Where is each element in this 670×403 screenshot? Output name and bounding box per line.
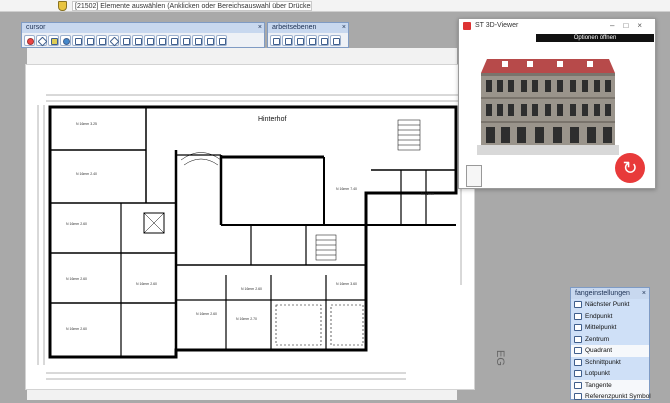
3d-viewer-window[interactable]: ST 3D-Viewer –□× Optionen öffnen ↻ <box>458 18 656 189</box>
svg-text:N 16mm 2.40: N 16mm 2.40 <box>76 172 97 176</box>
close-icon[interactable]: × <box>642 288 646 299</box>
layer-2-icon[interactable] <box>282 35 293 46</box>
intersection-icon <box>574 358 582 366</box>
snap-option-center[interactable]: Zentrum <box>571 333 649 345</box>
perpendicular-icon <box>574 370 582 377</box>
3d-viewer-title: ST 3D-Viewer <box>475 22 519 29</box>
3d-building-render[interactable] <box>477 55 619 175</box>
3d-viewer-titlebar[interactable]: ST 3D-Viewer –□× <box>459 19 655 33</box>
midpoint-icon <box>574 324 582 331</box>
snap-settings-title: fangeinstellungen <box>575 290 630 297</box>
snap-option-label: Zentrum <box>585 335 610 343</box>
nearest-point-icon <box>574 301 582 308</box>
pick-icon[interactable] <box>156 35 167 46</box>
cursor-toolbar-title: cursor <box>26 24 46 31</box>
measure-icon[interactable] <box>108 35 119 46</box>
pencil-icon[interactable] <box>96 35 107 46</box>
zoom-out-icon[interactable] <box>204 35 215 46</box>
arbeitsebenen-toolbar-title: arbeitsebenen <box>272 24 317 31</box>
layer-3-icon[interactable] <box>294 35 305 46</box>
snap-option-nearest-point[interactable]: Nächster Punkt <box>571 299 649 311</box>
room-label-hinterhof: Hinterhof <box>258 116 287 123</box>
svg-text:N 16mm 2.60: N 16mm 2.60 <box>66 222 87 226</box>
app-logo-icon <box>463 22 471 30</box>
svg-text:N 16mm 2.60: N 16mm 2.60 <box>66 327 87 331</box>
svg-text:N 16mm 2.60: N 16mm 2.60 <box>66 277 87 281</box>
arbeitsebenen-toolbar[interactable]: arbeitsebenen × <box>267 22 349 48</box>
svg-text:N 16mm 3.60: N 16mm 3.60 <box>336 282 357 286</box>
close-icon[interactable]: × <box>258 23 262 33</box>
snap-option-quadrant[interactable]: Quadrant <box>571 345 649 357</box>
refresh-icon[interactable]: ↻ <box>615 153 645 183</box>
arbeitsebenen-toolbar-icons <box>268 33 348 48</box>
floor-plan-drawing: N 16mm 3.25 N 16mm 2.40 N 16mm 2.60 N 16… <box>37 94 476 380</box>
snap-option-perpendicular[interactable]: Lotpunkt <box>571 368 649 380</box>
edit-icon[interactable] <box>48 35 59 46</box>
snap-option-label: Mittelpunkt <box>585 324 617 331</box>
svg-text:N 16mm 2.60: N 16mm 2.60 <box>241 287 262 291</box>
snap-option-tangent[interactable]: Tangente <box>571 380 649 392</box>
svg-text:N 16mm 7.40: N 16mm 7.40 <box>336 187 357 191</box>
svg-text:N 16mm 2.70: N 16mm 2.70 <box>236 317 257 321</box>
snap-option-reference-symbol[interactable]: Referenzpunkt Symbol <box>571 391 651 403</box>
shield-icon <box>58 1 67 11</box>
layer-1-icon[interactable] <box>270 35 281 46</box>
svg-text:N 16mm 3.25: N 16mm 3.25 <box>76 122 97 126</box>
floor-label: EG <box>494 350 506 366</box>
snap-settings-titlebar[interactable]: fangeinstellungen × <box>571 288 649 299</box>
color-picker-icon[interactable] <box>60 35 71 46</box>
svg-text:N 16mm 2.60: N 16mm 2.60 <box>196 312 217 316</box>
snap-settings-panel[interactable]: fangeinstellungen × Nächster Punkt Endpu… <box>570 287 651 403</box>
snap-option-label: Quadrant <box>585 347 613 354</box>
layer-6-icon[interactable] <box>330 35 341 46</box>
endpoint-icon <box>574 312 582 320</box>
layer-5-icon[interactable] <box>318 35 329 46</box>
snap-option-midpoint[interactable]: Mittelpunkt <box>571 322 649 334</box>
dimension-icon[interactable] <box>144 35 155 46</box>
line-icon[interactable] <box>84 35 95 46</box>
snap-option-label: Endpunkt <box>585 312 613 320</box>
close-icon[interactable]: × <box>342 23 346 33</box>
snap-option-label: Lotpunkt <box>585 370 610 377</box>
command-bar: [21502] Elemente auswählen (Anklicken od… <box>0 0 670 12</box>
snap-option-label: Nächster Punkt <box>585 301 630 308</box>
area-select-icon[interactable] <box>168 35 179 46</box>
drawing-sheet[interactable]: N 16mm 3.25 N 16mm 2.40 N 16mm 2.60 N 16… <box>25 64 476 390</box>
svg-text:N 16mm 2.60: N 16mm 2.60 <box>136 282 157 286</box>
snap-option-label: Referenzpunkt Symbol <box>585 393 651 400</box>
command-status-text: [21502] Elemente auswählen (Anklicken od… <box>72 1 312 11</box>
cursor-toolbar[interactable]: cursor × <box>21 22 265 48</box>
arbeitsebenen-toolbar-titlebar[interactable]: arbeitsebenen × <box>268 23 348 33</box>
pan-icon[interactable] <box>216 35 227 46</box>
move-icon[interactable] <box>36 35 47 46</box>
window-controls[interactable]: –□× <box>610 19 651 33</box>
zoom-in-icon[interactable] <box>192 35 203 46</box>
arc-icon[interactable] <box>132 35 143 46</box>
quadrant-icon <box>574 347 582 354</box>
corner-icon[interactable] <box>120 35 131 46</box>
center-icon <box>574 335 582 343</box>
snap-option-endpoint[interactable]: Endpunkt <box>571 310 649 322</box>
zoom-icon[interactable] <box>180 35 191 46</box>
options-open-button[interactable]: Optionen öffnen <box>536 34 654 42</box>
pen-icon[interactable] <box>72 35 83 46</box>
reference-symbol-icon <box>574 393 582 400</box>
select-arrow-icon[interactable] <box>24 35 35 46</box>
cursor-toolbar-titlebar[interactable]: cursor × <box>22 23 264 33</box>
cursor-toolbar-icons <box>22 33 264 48</box>
snap-option-label: Schnittpunkt <box>585 358 621 366</box>
snap-option-intersection[interactable]: Schnittpunkt <box>571 356 649 368</box>
axis-gizmo[interactable] <box>466 165 482 187</box>
layer-4-icon[interactable] <box>306 35 317 46</box>
tangent-icon <box>574 381 582 389</box>
snap-option-label: Tangente <box>585 381 612 389</box>
svg-text:N 16mm: N 16mm <box>421 192 434 196</box>
